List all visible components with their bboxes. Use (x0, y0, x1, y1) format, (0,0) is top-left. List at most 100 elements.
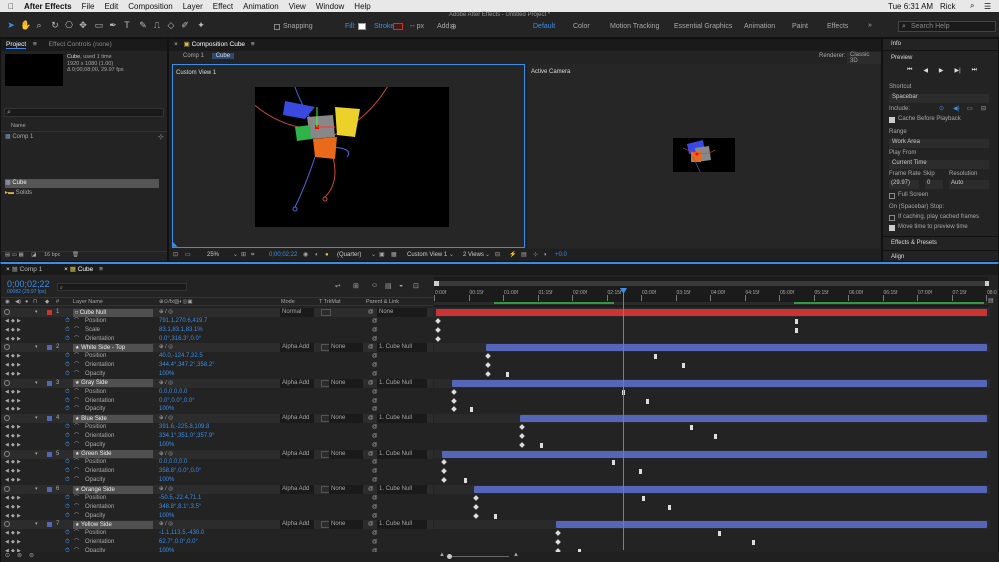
property-value[interactable]: 0.0°,0.0°,0.0° (159, 397, 195, 406)
graph-icon[interactable]: ⌒ (74, 317, 79, 326)
graph-editor-icon[interactable]: ⊡ (413, 282, 419, 290)
new-folder-icon[interactable]: ▭ (12, 252, 17, 258)
menu-list-icon[interactable]: ☰ (984, 2, 991, 11)
keyframe[interactable] (485, 371, 491, 377)
expression-pickwhip-icon[interactable]: @ (372, 467, 378, 476)
stopwatch-icon[interactable]: ⏱ (65, 467, 70, 476)
parent-select[interactable]: 1. Cube Null (377, 485, 427, 494)
label-color-swatch[interactable] (47, 345, 52, 351)
keyframe[interactable] (654, 354, 657, 360)
show-snapshot-icon[interactable]: ◐ (315, 249, 319, 261)
layer-duration-bar[interactable] (474, 486, 987, 493)
pickwhip-icon[interactable]: @ (368, 343, 374, 352)
expression-pickwhip-icon[interactable]: @ (372, 432, 378, 441)
stopwatch-icon[interactable]: ⏱ (65, 441, 70, 450)
property-value[interactable]: 0.0,0.0,0.0 (159, 388, 187, 397)
exposure-value[interactable]: +0.0 (555, 249, 567, 261)
keyframe[interactable] (473, 495, 479, 501)
layer-name[interactable]: ★ Green Side (73, 450, 153, 459)
add-keyframe-icon[interactable]: ◆ (11, 476, 15, 485)
frame-blending-icon[interactable]: ▤ (385, 282, 392, 290)
prev-keyframe-icon[interactable]: ◀ (5, 467, 9, 476)
expression-pickwhip-icon[interactable]: @ (372, 326, 378, 335)
render-time-toggle-icon[interactable]: ⊜ (29, 552, 34, 559)
graph-icon[interactable]: ⌒ (74, 370, 79, 379)
keyframe[interactable] (795, 327, 798, 333)
include-video-icon[interactable]: ⊙ (939, 105, 944, 112)
expand-arrow-icon[interactable]: ▾ (35, 450, 38, 459)
next-keyframe-icon[interactable]: ▶ (17, 405, 21, 414)
stopwatch-icon[interactable]: ⏱ (65, 458, 70, 467)
hand-tool-icon[interactable]: ✋ (20, 20, 31, 30)
keyframe[interactable] (473, 512, 479, 519)
layer-track[interactable] (434, 378, 990, 388)
graph-icon[interactable]: ⌒ (74, 423, 79, 432)
next-keyframe-icon[interactable]: ▶ (17, 352, 21, 361)
flowchart-icon[interactable]: ⊹ (158, 133, 164, 141)
add-keyframe-icon[interactable]: ◆ (11, 397, 15, 406)
visibility-eye-icon[interactable] (4, 309, 10, 315)
layer-mode-select[interactable]: Alpha Add (280, 520, 314, 530)
property-value[interactable]: 62.7°,0.0°,0.0° (159, 538, 198, 547)
viewer-left[interactable]: Custom View 1 ◣ (172, 62, 525, 248)
property-row[interactable]: ◀ ◆ ▶ ⏱ ⌒ Opacity 100% @ (1, 476, 433, 485)
parent-select[interactable]: 1. Cube Null (377, 414, 427, 424)
next-keyframe-icon[interactable]: ▶ (17, 361, 21, 370)
zoom-in-icon[interactable]: ▲ (513, 552, 519, 558)
keyframe[interactable] (795, 318, 798, 324)
layer-row[interactable]: ▾ 7 ★ Yellow Side ⊕ / ◎ Alpha Add None @1. Cub… (1, 520, 433, 530)
timeline-timecode[interactable]: 0;00;02;22 (7, 279, 50, 289)
expand-arrow-icon[interactable]: ▾ (35, 379, 38, 388)
prev-keyframe-icon[interactable]: ◀ (5, 423, 9, 432)
add-keyframe-icon[interactable]: ◆ (11, 370, 15, 379)
property-row[interactable]: ◀ ◆ ▶ ⏱ ⌒ Opacity 100% @ (1, 512, 433, 521)
prev-keyframe-icon[interactable]: ◀ (5, 317, 9, 326)
menu-effect[interactable]: Effect (213, 2, 233, 11)
property-value[interactable]: -1.1,113.5,-430.0 (159, 529, 204, 538)
add-keyframe-icon[interactable]: ◆ (11, 335, 15, 344)
workspace-animation[interactable]: Animation (744, 23, 775, 30)
property-track[interactable] (434, 529, 990, 539)
property-track[interactable] (434, 538, 990, 548)
resolution-select[interactable]: Auto (949, 180, 989, 189)
keyframe[interactable] (540, 442, 543, 448)
shortcut-select[interactable]: Spacebar (889, 94, 989, 103)
property-row[interactable]: ◀ ◆ ▶ ⏱ ⌒ Orientation 334.1°,351.0°,357.9° @ (1, 432, 433, 441)
layer-track[interactable] (434, 485, 990, 494)
layer-mode-select[interactable]: Alpha Add (280, 449, 314, 459)
property-row[interactable]: ◀ ◆ ▶ ⏱ ⌒ Position 0.0,0.0,0.0 @ (1, 388, 433, 397)
project-search-input[interactable]: ⌕ (4, 108, 164, 117)
add-keyframe-icon[interactable]: ◆ (11, 361, 15, 370)
graph-icon[interactable]: ⌒ (74, 512, 79, 521)
preview-panel-title[interactable]: Preview (891, 55, 912, 61)
expression-pickwhip-icon[interactable]: @ (372, 352, 378, 361)
prev-frame-icon[interactable]: ◀ (923, 67, 928, 74)
menu-help[interactable]: Help (354, 2, 370, 11)
keyframe[interactable] (642, 495, 645, 501)
roto-tool-icon[interactable]: ✐ (180, 20, 190, 30)
label-color-swatch[interactable] (47, 380, 52, 386)
layer-switches-icon[interactable]: ⊕ / ◎ (159, 343, 173, 352)
keyframe[interactable] (494, 513, 497, 519)
camera-tool-icon[interactable]: ⎔ (64, 20, 74, 30)
close-icon[interactable]: × (6, 266, 10, 273)
layer-switches-icon[interactable]: ⊕ / ◎ (159, 450, 173, 459)
type-tool-icon[interactable]: T (122, 20, 132, 30)
zoom-slider-thumb[interactable] (447, 554, 452, 559)
add-keyframe-icon[interactable]: ◆ (11, 529, 15, 538)
layer-mode-select[interactable]: Normal (280, 308, 314, 317)
navigator-start-handle[interactable] (434, 281, 439, 286)
views-layout-select[interactable]: 2 Views (463, 249, 484, 261)
stopwatch-icon[interactable]: ⏱ (65, 432, 70, 441)
next-keyframe-icon[interactable]: ▶ (17, 476, 21, 485)
property-row[interactable]: ◀ ◆ ▶ ⏱ ⌒ Orientation 62.7°,0.0°,0.0° @ (1, 538, 433, 547)
layer-duration-bar[interactable] (520, 415, 987, 423)
next-keyframe-icon[interactable]: ▶ (17, 503, 21, 512)
keyframe[interactable] (506, 371, 509, 377)
keyframe[interactable] (690, 425, 693, 431)
expression-pickwhip-icon[interactable]: @ (372, 512, 378, 521)
reset-exposure-icon[interactable]: ◑ (543, 249, 547, 261)
fast-previews-icon[interactable]: ⚡ (509, 249, 516, 261)
label-color-swatch[interactable] (47, 451, 52, 457)
property-value[interactable]: 100% (159, 405, 174, 414)
